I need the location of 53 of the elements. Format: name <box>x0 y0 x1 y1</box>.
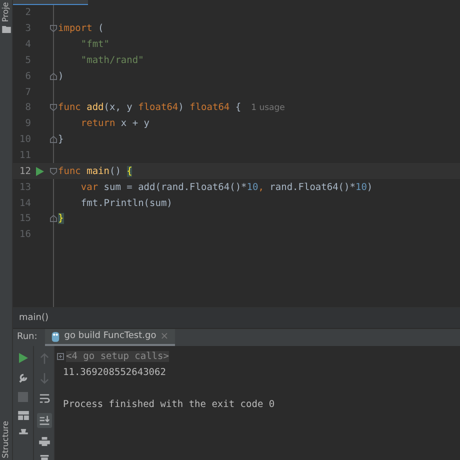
line-number: 8 <box>24 102 31 114</box>
fold-icon[interactable] <box>50 104 56 112</box>
line-number: 10 <box>18 134 31 146</box>
code-line: func main() { <box>58 166 132 177</box>
run-label: Run: <box>16 331 38 344</box>
structure-tool-tab[interactable]: Structure <box>0 420 12 458</box>
line-number: 9 <box>24 118 31 130</box>
line-number: 4 <box>24 39 31 50</box>
code-line: } <box>58 134 64 146</box>
code-line: func add(x, y float64) float64 { 1 usage <box>58 102 285 114</box>
pin-icon[interactable] <box>18 429 28 436</box>
folder-icon[interactable] <box>2 26 10 33</box>
fold-icon[interactable] <box>50 168 56 175</box>
scroll-to-end-icon[interactable] <box>36 413 52 428</box>
line-number: 7 <box>24 86 31 98</box>
layout-icon[interactable] <box>18 411 28 420</box>
gopher-icon <box>51 330 60 342</box>
line-number: 6 <box>24 70 31 82</box>
code-line: return x + y <box>80 118 150 130</box>
line-number: 2 <box>24 7 31 18</box>
fold-icon[interactable] <box>50 72 56 80</box>
code-line: var sum = add(rand.Float64()*10, rand.Float64()*10) <box>80 182 373 193</box>
code-line: fmt.Println(sum) <box>80 198 172 209</box>
run-icon[interactable] <box>18 353 28 363</box>
line-number: 14 <box>18 198 31 209</box>
line-number: 3 <box>24 23 31 34</box>
code-line: "fmt" <box>80 39 110 50</box>
project-tool-tab[interactable]: Proje <box>0 0 12 22</box>
down-arrow-icon[interactable] <box>40 373 48 384</box>
wrench-icon[interactable] <box>18 372 28 383</box>
up-arrow-icon[interactable] <box>40 353 48 364</box>
fold-icon[interactable] <box>50 136 56 144</box>
code-line: "math/rand" <box>80 54 144 66</box>
wrap-icon[interactable] <box>38 393 50 404</box>
line-number: 11 <box>18 150 31 162</box>
breadcrumb[interactable]: main() <box>19 313 49 324</box>
code-line: import ( <box>58 23 104 34</box>
console-output: 11.369208552643062 <box>63 366 166 378</box>
line-number: 16 <box>18 229 31 240</box>
print-icon[interactable] <box>38 437 50 446</box>
line-number: 12 <box>18 166 31 177</box>
line-number: 15 <box>18 213 31 224</box>
line-number: 5 <box>24 54 31 66</box>
fold-icon[interactable] <box>50 215 56 222</box>
trash-icon[interactable] <box>40 455 48 460</box>
run-tab[interactable]: go build FuncTest.go × <box>45 328 175 346</box>
run-icon[interactable] <box>36 166 44 176</box>
folded-calls: <4 go setup calls> <box>66 350 169 362</box>
console-output: Process finished with the exit code 0 <box>63 398 275 410</box>
expand-icon[interactable] <box>57 352 64 360</box>
fold-icon[interactable] <box>50 25 56 32</box>
line-number: 13 <box>18 182 31 193</box>
code-line: ) <box>58 70 64 82</box>
